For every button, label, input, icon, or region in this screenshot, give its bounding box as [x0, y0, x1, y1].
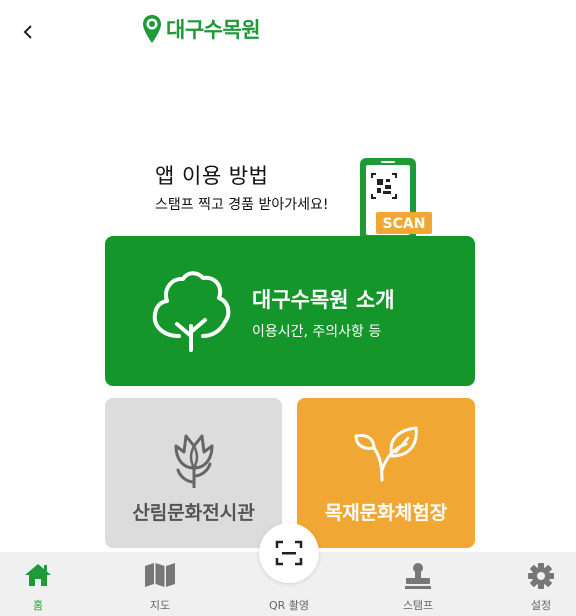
arboretum-intro-card[interactable]: 대구수목원 소개 이용시간, 주의사항 등: [105, 236, 475, 386]
forest-card-title: 산림문화전시관: [132, 502, 255, 524]
scan-label: SCAN: [383, 216, 426, 232]
forest-culture-hall-card[interactable]: 산림문화전시관: [105, 398, 282, 548]
wood-card-title: 목재문화체험장: [324, 502, 448, 524]
logo-text: 대구수목원: [166, 18, 261, 42]
tree-icon: [152, 271, 231, 352]
nav-label-qr: QR 촬영: [268, 599, 310, 612]
location-pin-icon: [143, 15, 161, 43]
nav-label-map: 지도: [149, 599, 171, 612]
gear-icon: [528, 563, 554, 589]
qr-scan-icon: [275, 540, 303, 566]
stamp-icon: [405, 563, 431, 589]
sprout-icon: [354, 426, 418, 482]
nav-label-home: 홈: [32, 599, 44, 612]
how-to-use-title: 앱 이용 방법: [155, 164, 269, 188]
nav-item-stamp[interactable]: 스탬프: [368, 552, 468, 616]
how-to-use-banner[interactable]: 앱 이용 방법 스탬프 찍고 경품 받아가세요! SCAN: [155, 158, 445, 238]
phone-scan-icon: SCAN: [360, 158, 432, 238]
home-icon: [25, 564, 51, 586]
nav-label-settings: 설정: [530, 599, 552, 612]
tulip-icon: [174, 434, 213, 488]
intro-card-subtitle: 이용시간, 주의사항 등: [252, 324, 382, 340]
logo: 대구수목원: [142, 14, 261, 44]
nav-item-map[interactable]: 지도: [110, 552, 210, 616]
intro-card-title: 대구수목원 소개: [252, 288, 395, 312]
wood-culture-experience-card[interactable]: 목재문화체험장: [297, 398, 475, 548]
map-icon: [145, 563, 175, 587]
nav-label-stamp: 스탬프: [402, 599, 434, 612]
header: 대구수목원: [0, 0, 576, 64]
back-button[interactable]: [14, 18, 42, 46]
how-to-use-subtitle: 스탬프 찍고 경품 받아가세요!: [155, 197, 329, 213]
chevron-left-icon: [23, 25, 32, 39]
home-screen: 대구수목원 앱 이용 방법 스탬프 찍고 경품 받아가세요! SCAN 대구수목…: [0, 0, 576, 616]
qr-scan-button[interactable]: [259, 523, 319, 583]
nav-item-home[interactable]: 홈: [0, 552, 88, 616]
nav-item-settings[interactable]: 설정: [491, 552, 576, 616]
